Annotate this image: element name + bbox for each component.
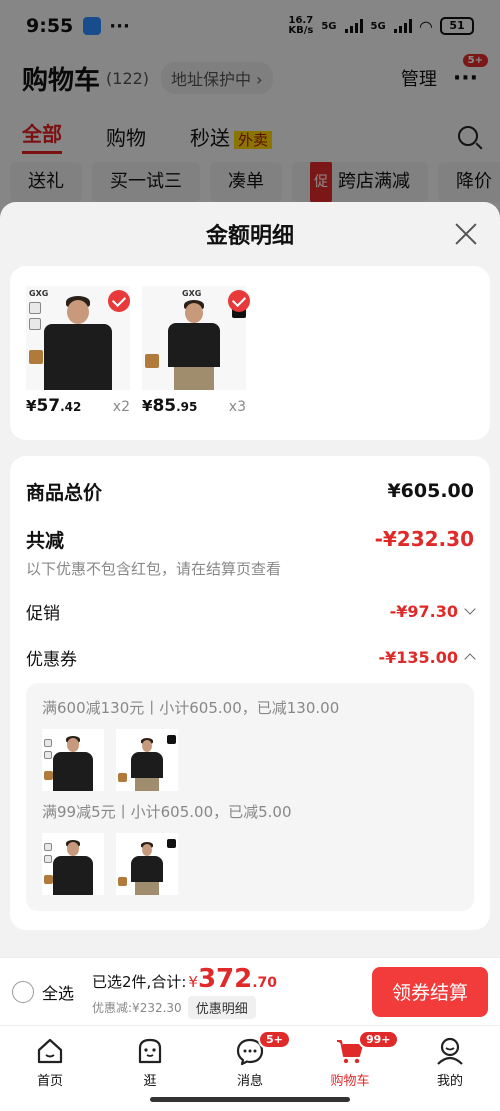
coupon-value: -¥135.00 bbox=[378, 647, 458, 667]
model-figure bbox=[49, 839, 97, 895]
discount-note: 以下优惠不包含红包，请在结算页查看 bbox=[26, 560, 282, 578]
badge-icon bbox=[167, 735, 176, 744]
promo-value: -¥97.30 bbox=[389, 601, 458, 621]
tag-icon bbox=[118, 877, 127, 886]
checkout-button[interactable]: 领券结算 bbox=[372, 966, 488, 1017]
total-row: 商品总价 ¥605.00 bbox=[26, 476, 474, 506]
browse-icon bbox=[138, 1038, 162, 1064]
coupon-details: 满600减130元丨小计605.00，已减130.00 满99减5元丨小计605… bbox=[26, 683, 474, 911]
discount-detail-button[interactable]: 优惠明细 bbox=[187, 996, 256, 1019]
checkout-summary: 已选2件,合计: ¥ 372 .70 优惠减:¥232.30 优惠明细 bbox=[92, 964, 277, 1019]
reduce-value: -¥232.30 bbox=[374, 527, 474, 551]
price-symbol: ¥ bbox=[26, 397, 37, 415]
product-item[interactable]: GXG ¥ 57 .42 x2 bbox=[26, 286, 130, 420]
tab-home[interactable]: 首页 bbox=[0, 1026, 100, 1111]
coupon-rule: 满99减5元丨小计605.00，已减5.00 bbox=[42, 803, 292, 821]
model-figure bbox=[128, 841, 166, 895]
total-integer: 372 bbox=[197, 964, 253, 994]
total-line: 已选2件,合计: ¥ 372 .70 bbox=[92, 964, 277, 994]
coupon-label: 优惠券 bbox=[26, 649, 77, 670]
coupon-rule: 满600减130元丨小计605.00，已减130.00 bbox=[42, 699, 340, 717]
close-icon[interactable] bbox=[452, 220, 480, 248]
product-quantity: x3 bbox=[228, 399, 246, 415]
price-decimal: .42 bbox=[60, 400, 82, 414]
tab-browse-label: 逛 bbox=[143, 1074, 157, 1089]
message-badge: 5+ bbox=[258, 1030, 291, 1049]
selected-check-icon bbox=[108, 290, 130, 312]
tab-profile-label: 我的 bbox=[436, 1074, 463, 1089]
sheet-title: 金额明细 bbox=[205, 224, 294, 249]
tab-cart-label: 购物车 bbox=[330, 1074, 370, 1089]
price-integer: 57 bbox=[36, 396, 61, 416]
product-thumbnail bbox=[116, 729, 178, 791]
chevron-up-icon bbox=[464, 653, 476, 665]
selected-text: 已选2件,合计: bbox=[92, 973, 187, 991]
promo-label: 促销 bbox=[26, 603, 60, 624]
total-value: ¥605.00 bbox=[387, 480, 474, 502]
total-label: 商品总价 bbox=[26, 481, 103, 504]
product-price-row: ¥ 57 .42 x2 bbox=[26, 396, 130, 416]
coupon-products bbox=[42, 833, 458, 895]
reduce-label: 共减 bbox=[26, 529, 65, 552]
product-thumbnail bbox=[42, 833, 104, 895]
product-quantity: x2 bbox=[112, 399, 130, 415]
model-figure bbox=[128, 737, 166, 791]
price-decimal: .95 bbox=[176, 400, 198, 414]
tab-home-label: 首页 bbox=[36, 1074, 63, 1089]
product-thumbnail bbox=[116, 833, 178, 895]
selected-products: GXG ¥ 57 .42 x2 GXG ¥ 85 .95 x3 bbox=[10, 266, 490, 440]
home-indicator[interactable] bbox=[150, 1097, 350, 1102]
tag-icon bbox=[118, 773, 127, 782]
chevron-down-icon bbox=[464, 603, 476, 615]
total-decimal: .70 bbox=[252, 975, 278, 991]
promo-row[interactable]: 促销 -¥97.30 bbox=[26, 597, 476, 625]
coupon-products bbox=[42, 729, 458, 791]
sheet-header: 金额明细 bbox=[0, 202, 500, 266]
badge-icon bbox=[167, 839, 176, 848]
tab-messages-label: 消息 bbox=[236, 1074, 263, 1089]
price-integer: 85 bbox=[152, 396, 177, 416]
product-thumbnail bbox=[42, 729, 104, 791]
brand-logo: GXG bbox=[182, 289, 202, 298]
select-all-label[interactable]: 全选 bbox=[42, 980, 74, 1004]
coupon-row[interactable]: 优惠券 -¥135.00 bbox=[26, 643, 476, 671]
home-icon bbox=[37, 1038, 63, 1064]
model-figure bbox=[164, 298, 224, 390]
profile-icon bbox=[437, 1037, 463, 1065]
product-item[interactable]: GXG ¥ 85 .95 x3 bbox=[142, 286, 250, 420]
select-all-radio[interactable] bbox=[12, 980, 34, 1003]
reduce-row: 共减 -¥232.30 bbox=[26, 524, 474, 554]
discount-line: 优惠减:¥232.30 优惠明细 bbox=[92, 996, 277, 1019]
tag-icon bbox=[145, 354, 159, 368]
model-figure bbox=[49, 735, 97, 791]
model-figure bbox=[38, 294, 118, 390]
product-image: GXG bbox=[26, 286, 130, 390]
product-image: GXG bbox=[142, 286, 250, 390]
total-currency: ¥ bbox=[188, 973, 198, 991]
tab-profile[interactable]: 我的 bbox=[400, 1026, 500, 1111]
discount-text: 优惠减:¥232.30 bbox=[92, 1001, 182, 1015]
selected-check-icon bbox=[228, 290, 250, 312]
price-symbol: ¥ bbox=[142, 397, 153, 415]
checkout-bar: 全选 已选2件,合计: ¥ 372 .70 优惠减:¥232.30 优惠明细 领… bbox=[0, 957, 500, 1025]
price-breakdown: 商品总价 ¥605.00 共减 -¥232.30 以下优惠不包含红包，请在结算页… bbox=[10, 456, 490, 930]
product-price-row: ¥ 85 .95 x3 bbox=[142, 396, 246, 416]
cart-badge: 99+ bbox=[358, 1030, 399, 1049]
